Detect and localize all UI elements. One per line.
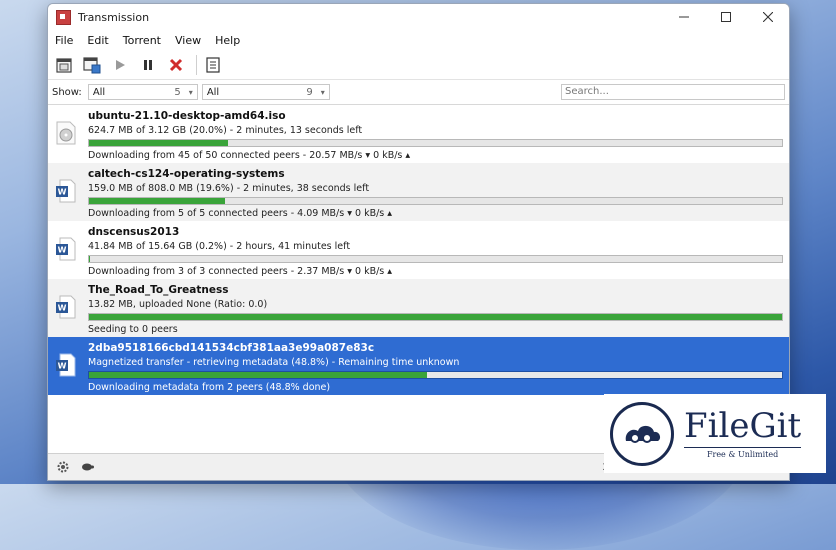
start-button[interactable]: [108, 53, 132, 77]
remove-button[interactable]: [164, 53, 188, 77]
window-title: Transmission: [78, 10, 150, 24]
window-controls: [663, 4, 789, 30]
progress-bar: [88, 139, 783, 147]
svg-text:W: W: [58, 246, 67, 255]
filter-bar: Show: All 5 ▾ All 9 ▾ Search...: [48, 80, 789, 105]
torrent-row[interactable]: ubuntu-21.10-desktop-amd64.iso 624.7 MB …: [48, 105, 789, 163]
show-label: Show:: [52, 86, 82, 98]
watermark-text: FileGit Free & Unlimited: [684, 406, 802, 459]
torrent-name: 2dba9518166cbd141534cbf381aa3e99a087e83c: [88, 342, 375, 354]
activity-filter-count: 5: [174, 86, 181, 98]
tracker-filter-count: 9: [306, 86, 313, 98]
torrent-status: Seeding to 0 peers: [88, 324, 178, 335]
toolbar: [48, 51, 789, 80]
disc-icon: [56, 121, 76, 145]
torrent-status: Downloading from 5 of 5 connected peers …: [88, 208, 393, 219]
progress-fill: [89, 372, 428, 378]
title-bar: Transmission: [48, 4, 789, 30]
filegit-logo-icon: [610, 401, 674, 466]
torrent-progress-text: Magnetized transfer - retrieving metadat…: [88, 357, 460, 368]
torrent-status: Downloading from 45 of 50 connected peer…: [88, 150, 411, 161]
svg-text:W: W: [58, 304, 67, 313]
menu-edit[interactable]: Edit: [80, 34, 115, 47]
torrent-row[interactable]: W dnscensus2013 41.84 MB of 15.64 GB (0.…: [48, 221, 789, 279]
open-torrent-button[interactable]: [52, 53, 76, 77]
torrent-name: ubuntu-21.10-desktop-amd64.iso: [88, 110, 286, 122]
menu-view[interactable]: View: [168, 34, 208, 47]
tracker-filter-combo[interactable]: All 9 ▾: [201, 84, 330, 100]
torrent-progress-text: 13.82 MB, uploaded None (Ratio: 0.0): [88, 299, 268, 310]
chevron-down-icon: ▾: [320, 87, 325, 97]
pause-button[interactable]: [136, 53, 160, 77]
filegit-watermark: FileGit Free & Unlimited: [604, 394, 826, 473]
torrent-progress-text: 624.7 MB of 3.12 GB (20.0%) - 2 minutes,…: [88, 125, 363, 136]
activity-filter-combo[interactable]: All 5 ▾: [87, 84, 198, 100]
menu-file[interactable]: File: [48, 34, 80, 47]
tracker-filter-value: All: [206, 86, 220, 98]
progress-fill: [89, 198, 225, 204]
properties-button[interactable]: [201, 53, 225, 77]
torrent-progress-text: 159.0 MB of 808.0 MB (19.6%) - 2 minutes…: [88, 183, 370, 194]
torrent-name: The_Road_To_Greatness: [88, 284, 229, 296]
menu-torrent[interactable]: Torrent: [116, 34, 168, 47]
maximize-button[interactable]: [705, 4, 747, 30]
progress-bar: [88, 313, 783, 321]
close-button[interactable]: [747, 4, 789, 30]
progress-bar: [88, 371, 783, 379]
transmission-app-icon: [56, 9, 71, 25]
torrent-name: dnscensus2013: [88, 226, 180, 238]
progress-fill: [89, 256, 91, 262]
word-doc-icon: W: [56, 179, 76, 203]
progress-fill: [89, 140, 228, 146]
watermark-subtitle: Free & Unlimited: [684, 447, 802, 459]
torrent-name: caltech-cs124-operating-systems: [88, 168, 285, 180]
word-doc-icon: W: [56, 237, 76, 261]
word-doc-icon: W: [56, 295, 76, 319]
progress-bar: [88, 255, 783, 263]
chevron-down-icon: ▾: [188, 87, 193, 97]
svg-text:W: W: [58, 362, 67, 371]
torrent-row-selected[interactable]: W 2dba9518166cbd141534cbf381aa3e99a087e8…: [48, 337, 789, 395]
search-input[interactable]: Search...: [561, 84, 785, 100]
word-doc-icon: W: [56, 353, 76, 377]
torrent-row[interactable]: W caltech-cs124-operating-systems 159.0 …: [48, 163, 789, 221]
svg-text:W: W: [58, 188, 67, 197]
activity-filter-value: All: [92, 86, 106, 98]
turtle-icon[interactable]: [78, 458, 96, 476]
menu-bar: File Edit Torrent View Help: [48, 30, 789, 51]
minimize-button[interactable]: [663, 4, 705, 30]
watermark-title: FileGit: [684, 406, 802, 446]
torrent-row[interactable]: W The_Road_To_Greatness 13.82 MB, upload…: [48, 279, 789, 337]
torrent-progress-text: 41.84 MB of 15.64 GB (0.2%) - 2 hours, 4…: [88, 241, 351, 252]
progress-fill: [89, 314, 782, 320]
toolbar-separator: [196, 55, 197, 75]
open-url-button[interactable]: [80, 53, 104, 77]
torrent-status: Downloading metadata from 2 peers (48.8%…: [88, 382, 331, 393]
menu-help[interactable]: Help: [208, 34, 247, 47]
torrent-status: Downloading from 3 of 3 connected peers …: [88, 266, 393, 277]
gear-icon[interactable]: [54, 458, 72, 476]
progress-bar: [88, 197, 783, 205]
